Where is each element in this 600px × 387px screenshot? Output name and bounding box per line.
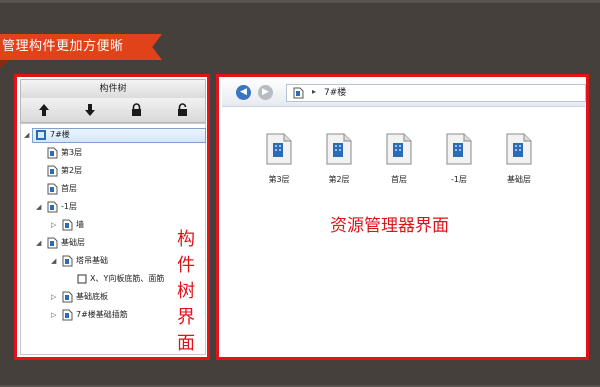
tree-node-floor[interactable]: 首层 [47,182,77,196]
folder-item[interactable]: 第2层 [311,132,367,185]
folder-label: -1层 [451,175,467,184]
component-file-icon [62,255,73,267]
tree-expander[interactable]: ▷ [51,293,59,301]
tree-expander[interactable]: ▷ [51,221,59,229]
floor-folder-icon [446,133,472,165]
annotation-char: 构 [177,229,195,250]
folder-path-icon [293,87,304,99]
tree-node-floor[interactable]: 基础层 [47,236,85,250]
floor-file-icon [47,147,58,159]
folder-label: 基础层 [507,175,531,184]
tree-expander[interactable]: ▷ [51,311,59,319]
tree-annotation: 构 件 树 界 面 [176,227,196,357]
move-down-icon [85,104,95,116]
tree-node-component[interactable]: 基础底板 [62,290,108,304]
folder-label: 第3层 [268,175,290,184]
explorer-annotation: 资源管理器界面 [330,216,449,236]
floor-folder-icon [326,133,352,165]
move-up-icon [39,104,49,116]
floor-file-icon [47,237,58,249]
tree-node-component[interactable]: 墙 [62,218,84,232]
address-bar: ◀ ▶ ▸ 7#楼 [222,80,586,107]
component-file-icon [62,291,73,303]
tree-node-component[interactable]: 7#楼基础插筋 [62,308,128,322]
annotation-char: 界 [177,307,195,328]
tree-panel-title: 构件树 [20,79,206,99]
floor-file-icon [47,201,58,213]
tree-expander[interactable]: ◢ [24,131,32,139]
tree-expander[interactable]: ◢ [36,239,44,247]
lock-icon [132,103,141,116]
path-field[interactable]: ▸ 7#楼 [286,84,586,102]
floor-folder-icon [386,133,412,165]
floor-file-icon [47,165,58,177]
folder-label: 首层 [391,175,407,184]
floor-file-icon [47,183,58,195]
resource-explorer-panel: ◀ ▶ ▸ 7#楼 第3层 第2层 首层 -1层 基础层 资源管理器界面 [216,74,589,360]
banner-fold [0,60,10,68]
tree-toolbar [20,98,206,123]
move-down-button[interactable] [81,101,99,119]
tree-node-root[interactable]: 7#楼 [35,128,70,142]
folder-item[interactable]: 第3层 [251,132,307,185]
path-separator-icon: ▸ [312,87,317,96]
back-button[interactable]: ◀ [236,85,251,100]
unlock-icon [178,103,187,116]
folder-item[interactable]: -1层 [431,132,487,185]
folder-label: 第2层 [328,175,350,184]
annotation-char: 树 [177,281,195,302]
folder-item[interactable]: 首层 [371,132,427,185]
annotation-char: 面 [177,333,195,354]
tree-node-element[interactable]: X、Y向板底筋、面筋 [77,272,164,286]
tree-expander[interactable]: ◢ [51,257,59,265]
tree-node-floor[interactable]: -1层 [47,200,77,214]
forward-button[interactable]: ▶ [258,85,273,100]
tree-node-floor[interactable]: 第2层 [47,164,82,178]
annotation-char: 件 [177,255,195,276]
feature-banner: 管理构件更加方便晰 [0,34,162,60]
floor-folder-icon [266,133,292,165]
square-element-icon [77,274,87,284]
tree-node-floor[interactable]: 第3层 [47,146,82,160]
path-text: 7#楼 [324,88,347,98]
unlock-button[interactable] [173,101,191,119]
component-file-icon [62,309,73,321]
component-file-icon [62,219,73,231]
lock-button[interactable] [127,101,145,119]
tree-node-component[interactable]: 塔吊基础 [62,254,108,268]
building-icon [36,130,46,140]
folder-item[interactable]: 基础层 [491,132,547,185]
component-tree-panel: 构件树 ◢ 7#楼 第3层 第2层 首层 ◢ -1层 ▷ 墙 ◢ 基础层 ◢ 塔… [14,74,210,360]
floor-folder-icon [506,133,532,165]
move-up-button[interactable] [35,101,53,119]
top-frame [0,0,600,3]
tree-expander[interactable]: ◢ [36,203,44,211]
